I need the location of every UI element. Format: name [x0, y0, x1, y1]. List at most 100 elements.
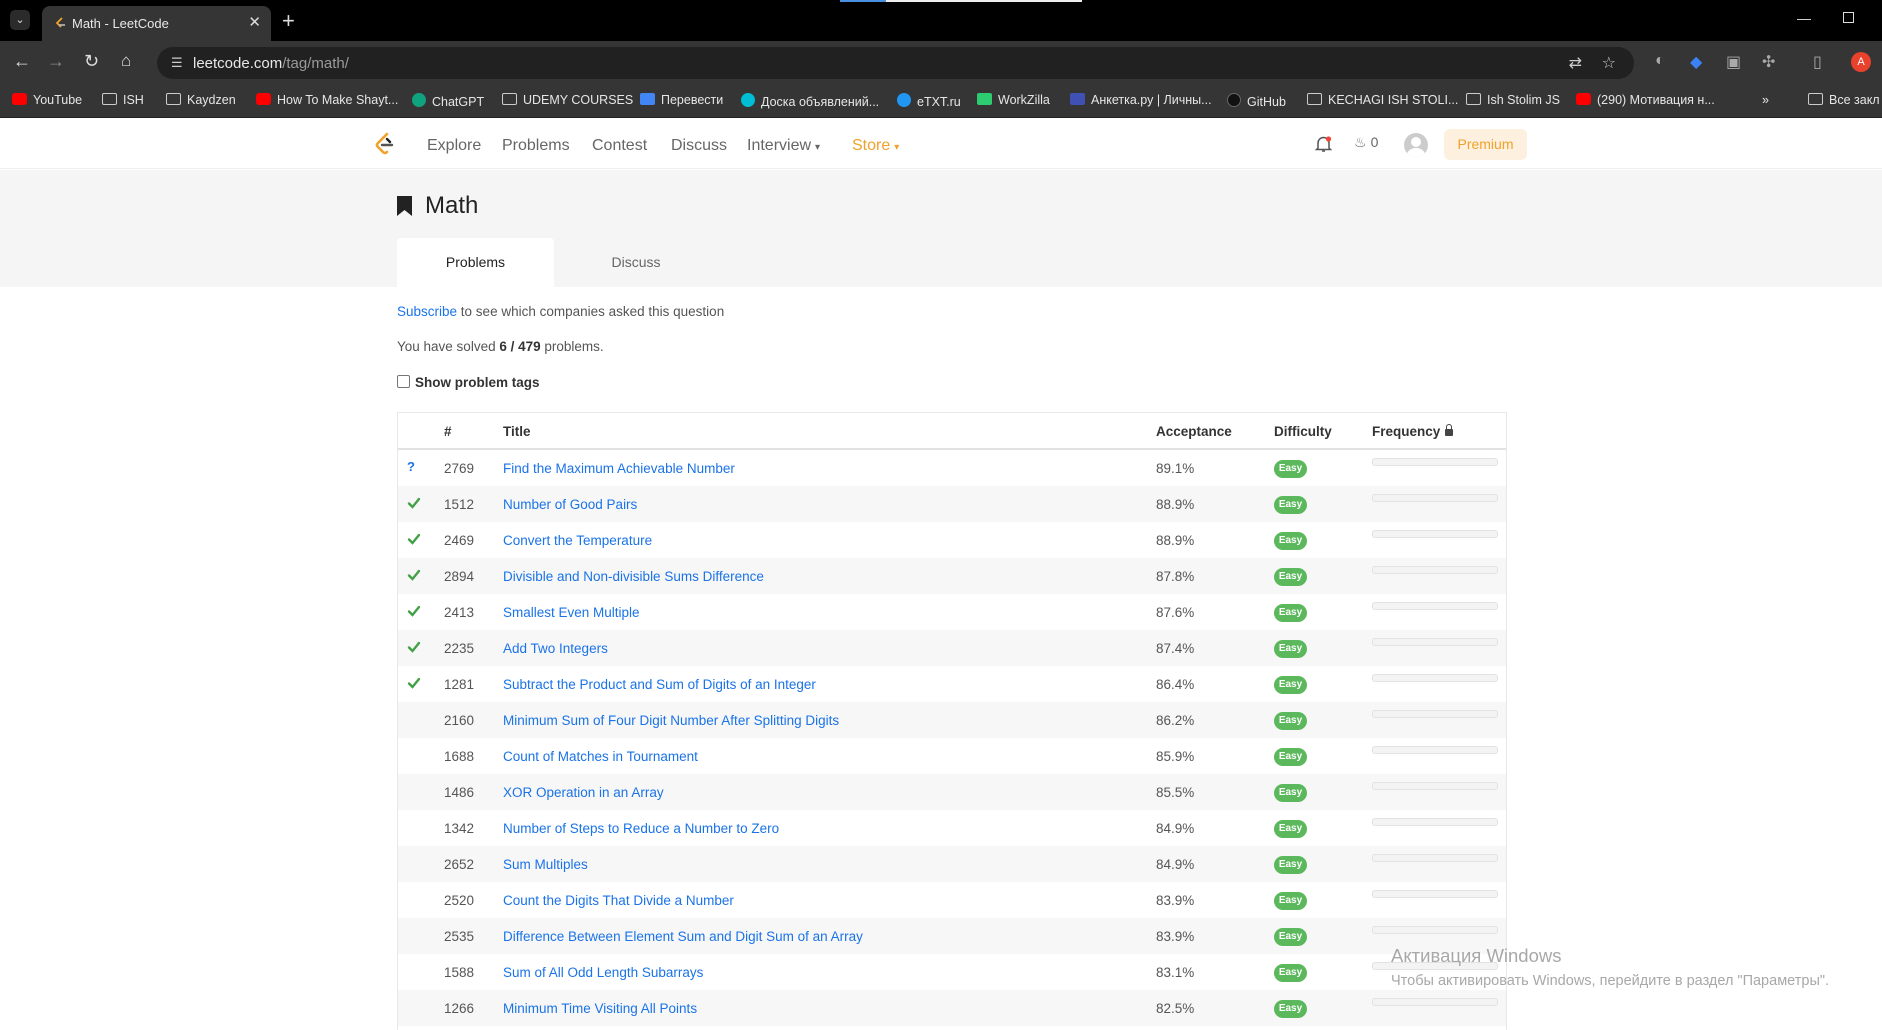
problem-number: 1266	[444, 1001, 475, 1016]
show-tags-toggle[interactable]: Show problem tags	[397, 375, 540, 390]
frequency-bar-locked	[1372, 530, 1498, 538]
solved-prefix: You have solved	[397, 339, 500, 354]
acceptance-rate: 83.1%	[1156, 965, 1195, 980]
nav-explore[interactable]: Explore	[427, 137, 481, 155]
tag-header: Math Problems Discuss	[0, 170, 1882, 287]
attempted-question-icon: ?	[407, 459, 415, 474]
problem-title-link[interactable]: Convert the Temperature	[503, 533, 652, 548]
watermark-title: Активация Windows	[1391, 945, 1562, 966]
column-header-difficulty[interactable]: Difficulty	[1274, 424, 1332, 439]
table-row: 1512 Number of Good Pairs 88.9% Easy	[398, 486, 1506, 522]
browser-tab-bar: ⌄ Math - LeetCode ✕ + —	[0, 0, 1882, 41]
problem-title-link[interactable]: Count the Digits That Divide a Number	[503, 893, 734, 908]
window-restore-icon[interactable]	[1843, 12, 1854, 23]
site-info-icon[interactable]: ☰	[171, 55, 183, 71]
bookmark-github[interactable]: GitHub	[1227, 93, 1286, 109]
subscribe-link[interactable]: Subscribe	[397, 304, 457, 319]
frequency-bar-locked	[1372, 890, 1498, 898]
nav-discuss[interactable]: Discuss	[671, 137, 727, 155]
bookmark-avito[interactable]: Доска объявлений...	[741, 93, 879, 109]
problem-title-link[interactable]: Find the Maximum Achievable Number	[503, 461, 735, 476]
extension-reader-icon[interactable]: ▣	[1726, 52, 1741, 72]
reload-icon[interactable]: ↻	[84, 52, 99, 70]
status-empty	[407, 784, 421, 798]
problem-title-link[interactable]: Minimum Time Visiting All Points	[503, 1001, 697, 1016]
frequency-bar-locked	[1372, 998, 1498, 1006]
bookmark-ish-stolim[interactable]: Ish Stolim JS	[1466, 93, 1560, 107]
bookmark-youtube[interactable]: YouTube	[12, 93, 82, 107]
tab-problems[interactable]: Problems	[397, 238, 554, 287]
leetcode-favicon-icon	[55, 17, 65, 28]
nav-problems[interactable]: Problems	[502, 137, 570, 155]
bookmark-etxt[interactable]: eTXT.ru	[897, 93, 961, 109]
problem-number: 2535	[444, 929, 475, 944]
bookmark-chatgpt[interactable]: ChatGPT	[412, 93, 484, 109]
problem-title-link[interactable]: Number of Good Pairs	[503, 497, 637, 512]
acceptance-rate: 89.1%	[1156, 461, 1195, 476]
nav-store[interactable]: Store ▾	[852, 137, 899, 155]
bookmark-anketka[interactable]: Анкетка.ру | Личны...	[1070, 93, 1212, 107]
bookmark-translate[interactable]: Перевести	[640, 93, 723, 107]
problem-title-link[interactable]: Sum Multiples	[503, 857, 588, 872]
youtube-icon	[256, 93, 271, 105]
bookmark-how-to-make[interactable]: How To Make Shayt...	[256, 93, 398, 107]
bookmark-ish[interactable]: ISH	[102, 93, 144, 107]
premium-button[interactable]: Premium	[1444, 129, 1527, 160]
acceptance-rate: 87.6%	[1156, 605, 1195, 620]
extension-mouse-icon[interactable]: ◐	[1655, 52, 1665, 70]
home-icon[interactable]: ⌂	[121, 52, 131, 70]
subscribe-text: to see which companies asked this questi…	[457, 304, 725, 319]
table-row: 2413 Smallest Even Multiple 87.6% Easy	[398, 594, 1506, 630]
extensions-puzzle-icon[interactable]: ✣	[1762, 52, 1775, 72]
bookmark-kaydzen[interactable]: Kaydzen	[166, 93, 236, 107]
page-title: Math	[425, 192, 479, 219]
problem-title-link[interactable]: Smallest Even Multiple	[503, 605, 640, 620]
problem-title-link[interactable]: Number of Steps to Reduce a Number to Ze…	[503, 821, 779, 836]
bookmark-motivation[interactable]: (290) Мотивация н...	[1576, 93, 1715, 107]
table-row: ? 2769 Find the Maximum Achievable Number 8…	[398, 450, 1506, 486]
leetcode-logo-icon[interactable]	[374, 132, 396, 156]
forward-icon[interactable]: →	[47, 52, 65, 70]
problem-title-link[interactable]: Sum of All Odd Length Subarrays	[503, 965, 703, 980]
problem-title-link[interactable]: XOR Operation in an Array	[503, 785, 664, 800]
column-header-title[interactable]: Title	[503, 424, 531, 439]
column-header-frequency[interactable]: Frequency	[1372, 424, 1454, 439]
bookmark-kechagi[interactable]: KECHAGI ISH STOLI...	[1307, 93, 1458, 107]
bookmark-workzilla[interactable]: WorkZilla	[977, 93, 1050, 107]
window-minimize-icon[interactable]: —	[1797, 10, 1811, 26]
problem-title-link[interactable]: Divisible and Non-divisible Sums Differe…	[503, 569, 764, 584]
show-tags-checkbox[interactable]	[397, 375, 410, 388]
bookmark-all[interactable]: Все закл	[1808, 93, 1880, 107]
extension-shield-icon[interactable]: ◆	[1690, 52, 1702, 72]
address-bar[interactable]: ☰ leetcode.com/tag/math/ ⇄ ☆	[157, 47, 1634, 79]
problem-title-link[interactable]: Add Two Integers	[503, 641, 608, 656]
difficulty-badge: Easy	[1274, 640, 1307, 658]
user-avatar[interactable]	[1404, 133, 1428, 157]
nav-contest[interactable]: Contest	[592, 137, 647, 155]
acceptance-rate: 87.8%	[1156, 569, 1195, 584]
tab-search-icon[interactable]: ⌄	[10, 10, 30, 30]
translate-icon[interactable]: ⇄	[1569, 53, 1582, 73]
bookmarks-overflow-icon[interactable]: »	[1762, 93, 1769, 107]
profile-avatar[interactable]: A	[1851, 52, 1871, 72]
notification-bell-icon[interactable]	[1315, 135, 1332, 153]
frequency-bar-locked	[1372, 638, 1498, 646]
tab-discuss[interactable]: Discuss	[576, 238, 696, 287]
bookmark-star-icon[interactable]: ☆	[1602, 53, 1616, 73]
problem-title-link[interactable]: Difference Between Element Sum and Digit…	[503, 929, 863, 944]
new-tab-icon[interactable]: +	[282, 8, 295, 34]
github-icon	[1227, 93, 1241, 107]
problem-title-link[interactable]: Subtract the Product and Sum of Digits o…	[503, 677, 816, 692]
problem-title-link[interactable]: Minimum Sum of Four Digit Number After S…	[503, 713, 839, 728]
tab-close-icon[interactable]: ✕	[248, 13, 261, 31]
frequency-bar-locked	[1372, 818, 1498, 826]
column-header-number[interactable]: #	[444, 424, 452, 439]
back-icon[interactable]: ←	[13, 52, 31, 70]
browser-tab[interactable]: Math - LeetCode ✕	[42, 6, 271, 41]
column-header-acceptance[interactable]: Acceptance	[1156, 424, 1232, 439]
streak-counter[interactable]: ♨ 0	[1354, 134, 1378, 151]
nav-interview[interactable]: Interview ▾	[747, 137, 820, 155]
bookmark-udemy[interactable]: UDEMY COURSES	[502, 93, 633, 107]
side-panel-icon[interactable]: ▯	[1813, 52, 1822, 72]
problem-title-link[interactable]: Count of Matches in Tournament	[503, 749, 698, 764]
